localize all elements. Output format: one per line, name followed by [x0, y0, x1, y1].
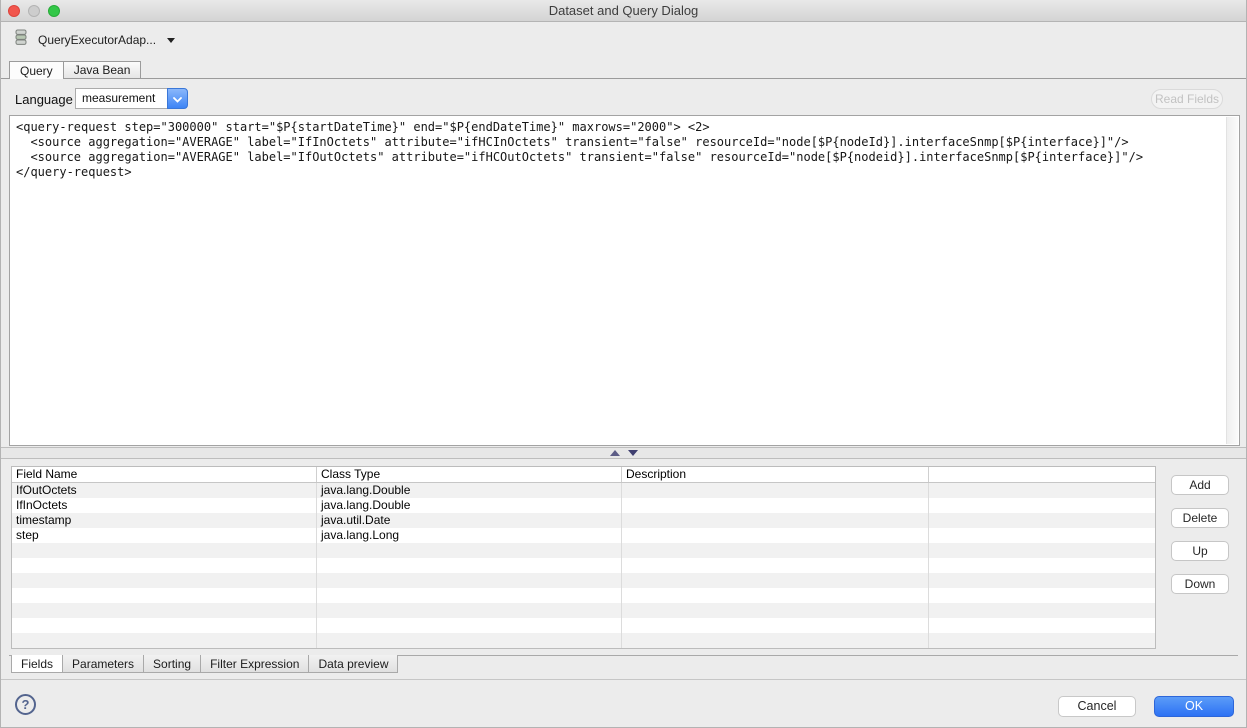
description-cell [622, 483, 929, 498]
combo-dropdown-button[interactable] [167, 88, 188, 109]
ok-button[interactable]: OK [1154, 696, 1234, 717]
field-name-cell: IfInOctets [12, 498, 317, 513]
class-type-cell: java.lang.Double [317, 498, 622, 513]
table-row-empty [12, 558, 1155, 573]
table-row-empty [12, 573, 1155, 588]
data-adapter-selector[interactable]: QueryExecutorAdap... [13, 31, 175, 49]
collapse-up-icon[interactable] [610, 450, 620, 456]
collapse-down-icon[interactable] [628, 450, 638, 456]
table-row-empty [12, 633, 1155, 648]
down-button[interactable]: Down [1171, 574, 1229, 594]
question-mark-icon: ? [22, 697, 30, 712]
top-tab-bar: Query Java Bean [9, 61, 141, 79]
language-value[interactable]: measurement [75, 88, 167, 109]
query-line: </query-request> [16, 165, 1239, 180]
data-adapter-name: QueryExecutorAdap... [38, 33, 156, 47]
language-label: Language [15, 92, 73, 107]
footer-divider [1, 679, 1246, 680]
chevron-down-icon [173, 90, 182, 108]
tab-filter-expression[interactable]: Filter Expression [201, 655, 309, 673]
class-type-cell: java.lang.Double [317, 483, 622, 498]
tab-sorting[interactable]: Sorting [144, 655, 201, 673]
query-editor[interactable]: <query-request step="300000" start="$P{s… [9, 115, 1240, 446]
table-row[interactable]: timestamp java.util.Date [12, 513, 1155, 528]
table-row-empty [12, 603, 1155, 618]
splitter-handle[interactable] [1, 447, 1246, 459]
table-row-empty [12, 588, 1155, 603]
help-button[interactable]: ? [15, 694, 36, 715]
field-name-cell: timestamp [12, 513, 317, 528]
tab-data-preview[interactable]: Data preview [309, 655, 398, 673]
tab-java-bean[interactable]: Java Bean [64, 61, 142, 78]
field-name-cell: step [12, 528, 317, 543]
tab-fields[interactable]: Fields [11, 655, 63, 673]
description-cell [622, 528, 929, 543]
description-cell [622, 513, 929, 528]
table-header-row: Field Name Class Type Description [12, 467, 1155, 483]
class-type-cell: java.util.Date [317, 513, 622, 528]
database-icon [13, 29, 29, 51]
dialog-window: Dataset and Query Dialog QueryExecutorAd… [0, 0, 1247, 728]
minimize-button[interactable] [28, 5, 40, 17]
query-line: <source aggregation="AVERAGE" label="IfI… [16, 135, 1239, 150]
class-type-cell: java.lang.Long [317, 528, 622, 543]
up-button[interactable]: Up [1171, 541, 1229, 561]
close-button[interactable] [8, 5, 20, 17]
cancel-button[interactable]: Cancel [1058, 696, 1136, 717]
table-row-empty [12, 618, 1155, 633]
top-tab-divider [1, 78, 1246, 79]
column-header-description[interactable]: Description [622, 467, 929, 482]
add-button[interactable]: Add [1171, 475, 1229, 495]
language-combobox[interactable]: measurement [75, 88, 188, 109]
zoom-button[interactable] [48, 5, 60, 17]
tab-query[interactable]: Query [9, 61, 64, 79]
table-row-empty [12, 543, 1155, 558]
delete-button[interactable]: Delete [1171, 508, 1229, 528]
field-name-cell: IfOutOctets [12, 483, 317, 498]
chevron-down-icon [167, 38, 175, 43]
table-row[interactable]: IfOutOctets java.lang.Double [12, 483, 1155, 498]
table-button-stack: Add Delete Up Down [1171, 475, 1229, 594]
query-line: <source aggregation="AVERAGE" label="IfO… [16, 150, 1239, 165]
tab-parameters[interactable]: Parameters [63, 655, 144, 673]
bottom-tab-bar: Fields Parameters Sorting Filter Express… [11, 655, 398, 673]
description-cell [622, 498, 929, 513]
column-header-class-type[interactable]: Class Type [317, 467, 622, 482]
table-row[interactable]: step java.lang.Long [12, 528, 1155, 543]
read-fields-button[interactable]: Read Fields [1151, 89, 1223, 109]
table-row[interactable]: IfInOctets java.lang.Double [12, 498, 1155, 513]
window-title: Dataset and Query Dialog [1, 0, 1246, 22]
fields-table: Field Name Class Type Description IfOutO… [11, 466, 1156, 649]
query-line: <query-request step="300000" start="$P{s… [16, 120, 1239, 135]
vertical-scrollbar[interactable] [1226, 117, 1238, 444]
column-header-blank [929, 467, 1155, 482]
column-header-field-name[interactable]: Field Name [12, 467, 317, 482]
title-bar: Dataset and Query Dialog [1, 0, 1246, 22]
